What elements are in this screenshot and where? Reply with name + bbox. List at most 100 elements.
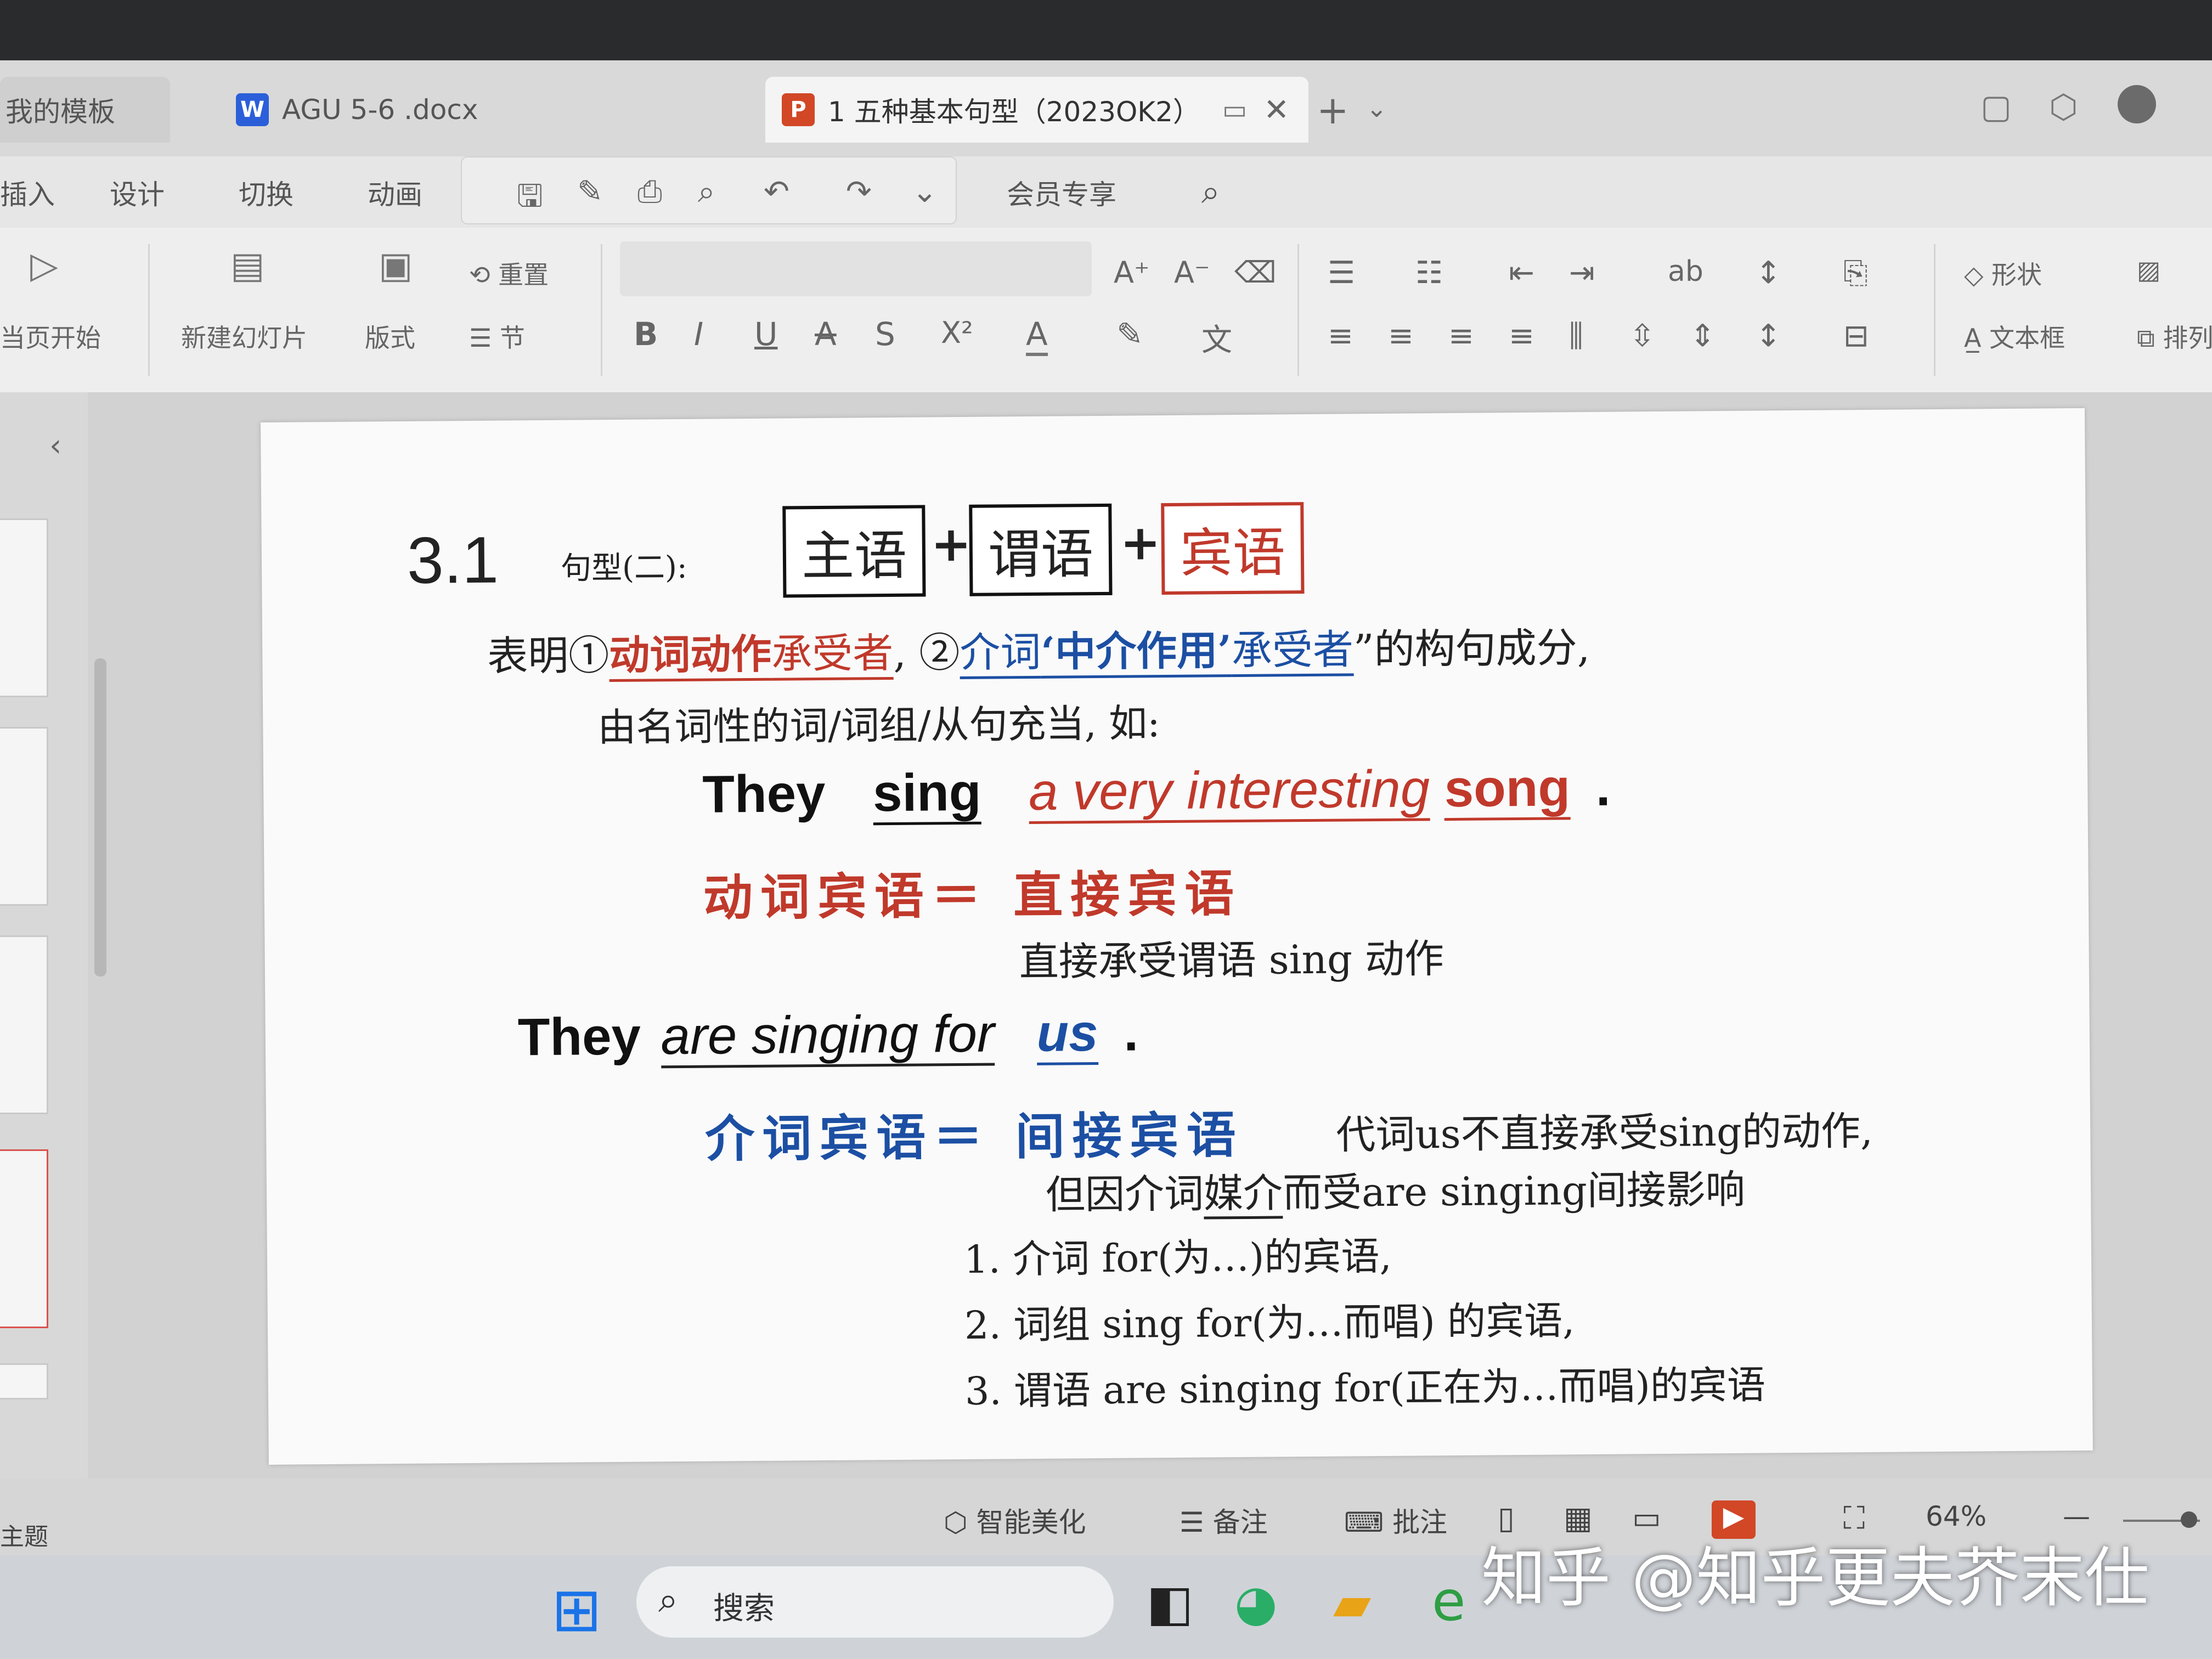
font-shrink-icon[interactable]: A⁻ [1174,255,1210,290]
reset-button[interactable]: ⟲ 重置 [469,255,549,291]
def-receiver: 承受者 [771,629,894,681]
notes-button[interactable]: ☰ 备注 [1180,1500,1268,1540]
slide-thumbnail[interactable] [0,518,48,697]
prep-object-note-2: 但因介词媒介而受are singing间接影响 [1046,1157,1746,1220]
underline-button[interactable]: U [754,315,777,353]
line-height-icon[interactable]: ↕ [1756,318,1781,354]
font-name-select[interactable] [620,241,1092,296]
comment-button[interactable]: ⌨ 批注 [1344,1500,1447,1540]
section-icon: ☰ [469,323,500,353]
chevron-down-icon[interactable]: ⌄ [1366,93,1387,123]
tab-label: AGU 5-6 .docx [282,94,478,126]
avatar[interactable] [2118,85,2156,123]
smart-beautify-button[interactable]: ⬡ 智能美化 [944,1500,1086,1540]
task-view-icon[interactable]: ◧ [1147,1575,1193,1632]
vertical-align-icon[interactable]: ⊟ [1843,318,1869,354]
collapse-panel-icon[interactable]: ‹ [49,428,61,464]
slide-thumbnail[interactable] [0,727,48,906]
shape-icon: ◇ [1964,260,1991,290]
slide-thumbnail-active[interactable] [0,1149,48,1328]
new-slide-button[interactable]: 新建幻灯片 [181,318,307,354]
shadow-button[interactable]: S [875,315,895,353]
browser-icon[interactable]: e [1432,1569,1466,1633]
play-from-current-button[interactable]: 当页开始 [0,318,101,354]
textbox-button[interactable]: A̲ 文本框 [1964,318,2065,354]
clear-format-icon[interactable]: ⌫ [1234,255,1276,290]
align-left-icon[interactable]: ≡ [1328,318,1353,354]
strikethrough-button[interactable]: A [815,315,837,353]
tab-ppt-doc[interactable]: P 1 五种基本句型（2023OK2） ▭ ✕ [765,77,1308,143]
bullets-icon[interactable]: ☰ [1328,255,1355,291]
paragraph-spacing-icon[interactable]: ⇕ [1690,318,1716,354]
new-slide-icon[interactable]: ▤ [230,244,264,286]
tab-template[interactable]: 我的模板 [0,77,170,143]
taskbar-search[interactable]: ⌕ 搜索 [636,1566,1114,1638]
shape-button[interactable]: ◇ 形状 [1964,255,2042,291]
zoom-slider-handle[interactable] [2181,1511,2197,1528]
divider [1297,244,1299,376]
convert-icon[interactable]: ⎘ [1843,255,1868,291]
text-direction-icon[interactable]: ab [1668,255,1703,288]
indent-icon[interactable]: ⇥ [1569,255,1595,291]
scrollbar[interactable] [94,658,106,977]
verb-object-label: 动词宾语＝ 直接宾语 [703,864,1242,927]
redo-icon[interactable]: ↷ [846,174,872,210]
window-icon[interactable]: ▢ [1980,88,2012,126]
slide-thumbnail[interactable] [0,935,48,1114]
print-icon[interactable]: ⎙ [637,174,662,210]
definition-line: 表明①动词动作承受者, ②介词‘中介作用’承受者”的构句成分, [487,615,1590,682]
theme-label[interactable]: 主题 [0,1517,48,1552]
cube-icon[interactable]: ⬡ [2049,88,2078,126]
chevron-down-icon[interactable]: ⌄ [912,174,938,210]
arrange-label: 排列 [2163,323,2212,353]
menu-design[interactable]: 设计 [110,173,165,212]
def-text: ”的构句成分, [1353,624,1590,674]
folder-icon[interactable]: ▰ [1333,1575,1371,1632]
monitor-icon[interactable]: ▭ [1222,94,1247,125]
layout-button[interactable]: 版式 [365,318,415,354]
tab-word-doc[interactable]: W AGU 5-6 .docx [230,77,730,143]
print-preview-icon[interactable]: ⌕ [698,174,715,210]
font-grow-icon[interactable]: A⁺ [1114,255,1149,290]
outdent-icon[interactable]: ⇤ [1509,255,1534,291]
layout-icon[interactable]: ▣ [379,244,413,286]
justify-icon[interactable]: ≡ [1509,318,1534,354]
highlight-icon[interactable]: ✎ [1116,315,1143,353]
wechat-icon[interactable]: ◕ [1234,1575,1278,1632]
def-verb-action: 动词动作 [609,630,772,682]
slide[interactable]: 3.1 句型(二): 主语 + 谓语 + 宾语 表明①动词动作承受者, ②介词‘… [261,408,2093,1465]
save-icon[interactable]: 🖫 [517,174,543,226]
line-spacing-icon[interactable]: ⇳ [1629,318,1655,354]
format-painter-icon[interactable]: ✎ [577,174,603,210]
search-icon[interactable]: ⌕ [1201,173,1220,211]
font-color-button[interactable]: A [1026,315,1048,356]
arrange-button[interactable]: ⧉ 排列 [2137,318,2212,354]
align-right-icon[interactable]: ≡ [1448,318,1474,354]
sort-icon[interactable]: ↕ [1756,255,1781,291]
align-center-icon[interactable]: ≡ [1388,318,1414,354]
italic-button[interactable]: I [694,315,703,353]
menu-animation[interactable]: 动画 [368,173,422,212]
s1-period: . [1595,758,1611,817]
undo-icon[interactable]: ↶ [764,174,789,210]
picture-icon[interactable]: ▨ [2137,255,2160,285]
slide-thumbnail[interactable] [0,1363,48,1400]
bold-button[interactable]: B [634,315,658,353]
s2-period: . [1123,1003,1139,1062]
menu-member[interactable]: 会员专享 [1007,173,1116,212]
section-button[interactable]: ☰ 节 [469,318,525,354]
numbering-icon[interactable]: ☷ [1415,255,1443,291]
phonetic-icon[interactable]: 文 [1201,315,1232,360]
distribute-icon[interactable]: ⫼ [1569,318,1583,354]
close-icon[interactable]: ✕ [1263,92,1289,128]
menu-insert[interactable]: 插入 [0,173,55,212]
slide-number: 3.1 [407,523,499,597]
box-object: 宾语 [1161,502,1305,595]
superscript-button[interactable]: X² [941,315,973,350]
new-tab-icon[interactable]: + [1317,88,1349,133]
windows-start-icon[interactable]: ⊞ [551,1575,602,1645]
s1-object-head: song [1444,758,1571,821]
play-icon[interactable]: ▷ [30,244,58,286]
menu-transition[interactable]: 切换 [239,173,294,212]
box-subject: 主语 [782,505,926,598]
